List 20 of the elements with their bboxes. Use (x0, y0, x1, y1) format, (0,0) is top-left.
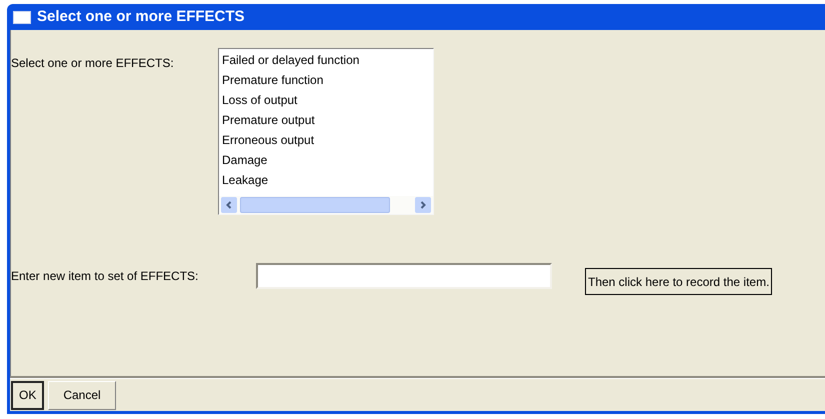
scroll-left-icon[interactable] (221, 197, 237, 213)
cancel-button[interactable]: Cancel (48, 380, 116, 410)
list-item[interactable]: Loss of output (222, 90, 433, 110)
record-item-button[interactable]: Then click here to record the item. (585, 268, 772, 295)
scroll-right-icon[interactable] (415, 197, 431, 213)
new-item-field[interactable] (256, 262, 552, 288)
list-item[interactable]: Damage (222, 150, 433, 170)
effects-listbox[interactable]: Failed or delayed function Premature function Loss of output Premature output Erroneous output Damage Leakage (218, 48, 434, 215)
ok-button[interactable]: OK (11, 380, 44, 410)
list-item[interactable]: Leakage (222, 170, 433, 190)
new-item-label: Enter new item to set of EFFECTS: (11, 268, 200, 284)
list-item[interactable]: Premature function (222, 70, 433, 90)
list-item[interactable]: Erroneous output (222, 130, 433, 150)
list-item[interactable]: Failed or delayed function (222, 50, 433, 70)
effects-label: Select one or more EFFECTS: (11, 55, 175, 72)
horizontal-scrollbar[interactable] (219, 196, 433, 214)
scroll-thumb[interactable] (240, 197, 390, 213)
list-item[interactable]: Premature output (222, 110, 433, 130)
window-title: Select one or more EFFECTS (37, 6, 245, 27)
window-icon (13, 10, 31, 24)
